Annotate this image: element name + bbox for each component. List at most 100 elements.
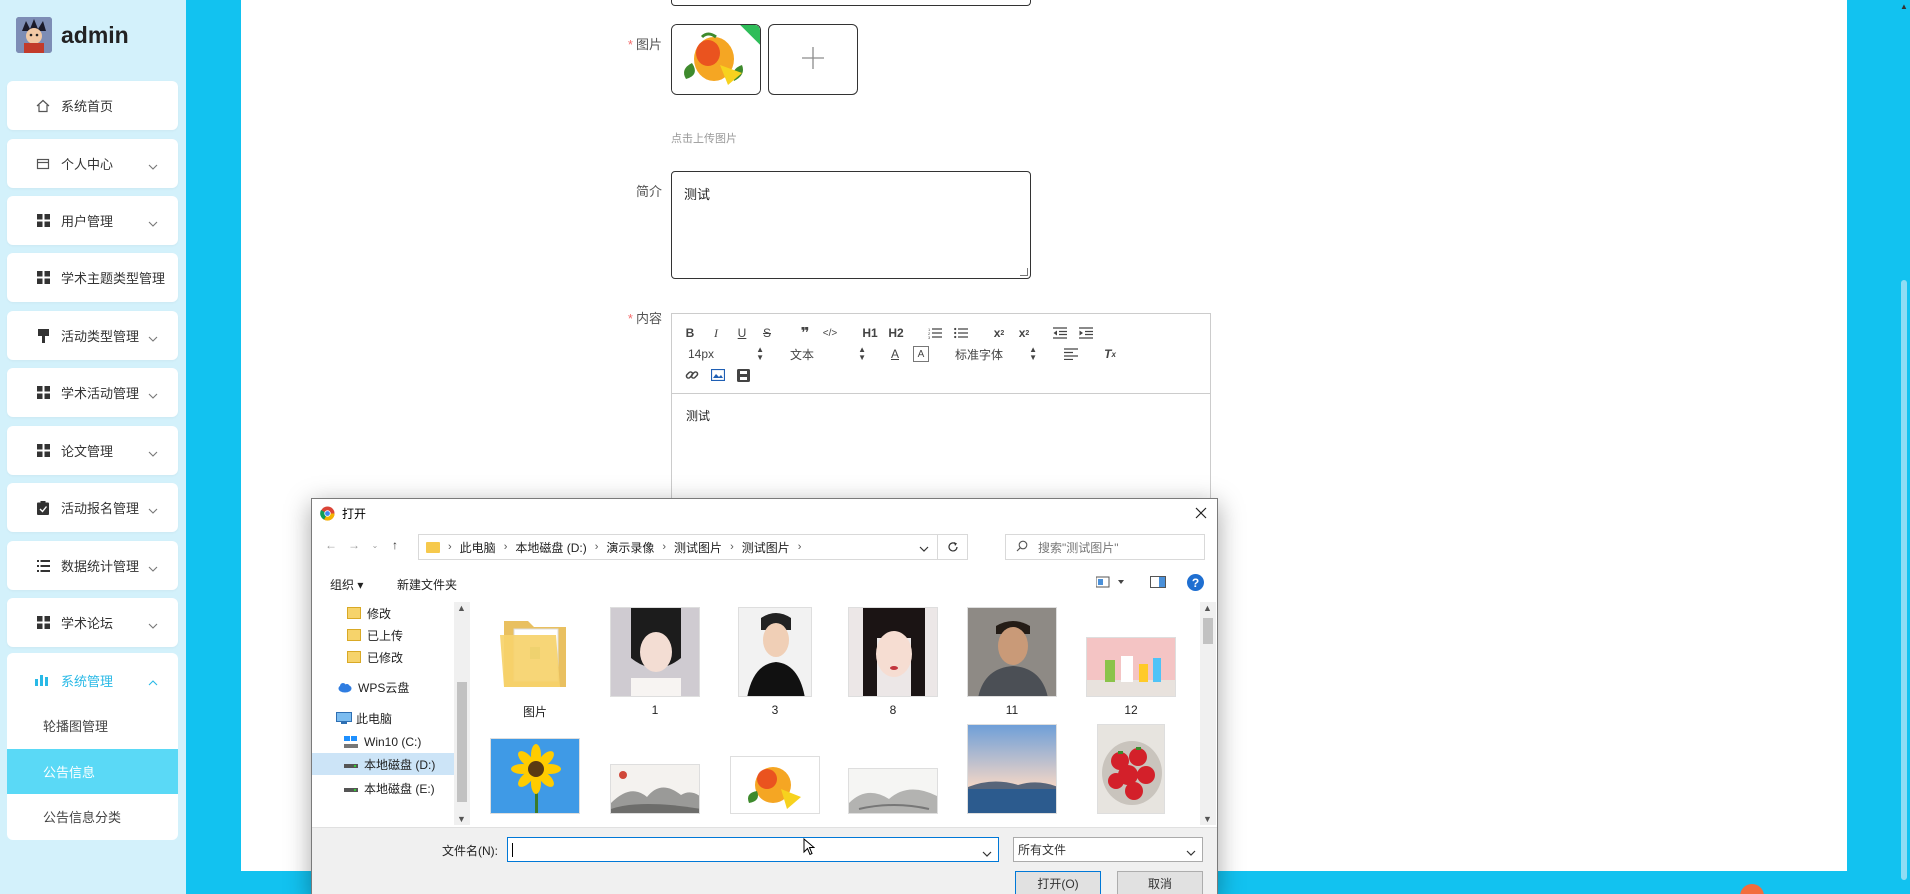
scroll-up-icon[interactable]: ▲ [1900, 2, 1908, 11]
file-type-select[interactable]: 所有文件 [1013, 837, 1203, 862]
history-dropdown-icon[interactable]: ⌄ [366, 536, 384, 554]
image-icon[interactable] [710, 367, 726, 383]
open-button[interactable]: 打开(O) [1015, 871, 1101, 894]
preview-pane-icon[interactable] [1150, 576, 1166, 591]
scroll-down-icon[interactable]: ▼ [457, 814, 466, 824]
scrollbar-thumb[interactable] [457, 682, 467, 802]
submenu-notice-info[interactable]: 公告信息 [7, 749, 178, 794]
tree-item-drive-c[interactable]: Win10 (C:) [312, 731, 454, 753]
indent-icon[interactable] [1078, 325, 1094, 341]
filename-input[interactable] [507, 837, 999, 862]
font-family-select[interactable]: 标准字体 ▲ ▼ [955, 346, 1037, 362]
floating-action-button[interactable] [1740, 884, 1764, 894]
ordered-list-icon[interactable]: 123 [927, 325, 943, 341]
breadcrumb-item[interactable]: 此电脑 [460, 539, 496, 556]
title-input[interactable] [671, 0, 1031, 6]
scroll-up-icon[interactable]: ▲ [457, 603, 466, 613]
sidebar-item-registrations[interactable]: 活动报名管理 [7, 483, 178, 532]
sidebar-item-system[interactable]: 系统管理 [7, 653, 178, 708]
submenu-carousel[interactable]: 轮播图管理 [7, 703, 178, 748]
breadcrumb-item[interactable]: 测试图片 [674, 539, 722, 556]
forward-arrow-icon[interactable]: → [345, 536, 363, 554]
breadcrumb-item[interactable]: 测试图片 [742, 539, 790, 556]
upload-button[interactable] [768, 24, 858, 95]
view-options-icon[interactable] [1095, 576, 1126, 591]
editor-content[interactable]: 测试 [686, 407, 710, 424]
superscript-icon[interactable]: x2 [1015, 325, 1033, 341]
files-scrollbar[interactable]: ▲ ▼ [1200, 602, 1216, 825]
tree-item-folder[interactable]: 已修改 [312, 646, 454, 668]
heading1-button[interactable]: H1 [860, 325, 880, 341]
sidebar-item-personal[interactable]: 个人中心 [7, 139, 178, 188]
clear-format-icon[interactable]: Tx [1102, 346, 1118, 362]
file-item-image[interactable]: 11 [964, 607, 1060, 717]
scrollbar-thumb[interactable] [1901, 280, 1907, 880]
organize-button[interactable]: 组织 ▾ [330, 576, 363, 593]
outdent-icon[interactable] [1052, 325, 1068, 341]
tree-item-wps-cloud[interactable]: WPS云盘 [312, 676, 454, 698]
subscript-icon[interactable]: x2 [990, 325, 1008, 341]
font-size-select[interactable]: 14px ▲ ▼ [688, 346, 764, 362]
file-item-image[interactable]: 8 [845, 607, 941, 717]
paragraph-select[interactable]: 文本 ▲ ▼ [790, 346, 866, 362]
file-item-image[interactable] [727, 724, 823, 814]
heading2-button[interactable]: H2 [886, 325, 906, 341]
tree-item-drive-d[interactable]: 本地磁盘 (D:) [312, 753, 454, 775]
tree-item-drive-e[interactable]: 本地磁盘 (E:) [312, 777, 454, 799]
avatar[interactable] [16, 17, 52, 53]
back-arrow-icon[interactable]: ← [322, 536, 340, 554]
link-icon[interactable] [684, 367, 700, 383]
file-item-image[interactable] [1083, 724, 1179, 814]
search-input[interactable]: 搜索"测试图片" [1005, 534, 1205, 560]
uploaded-image[interactable] [671, 24, 761, 95]
breadcrumb-item[interactable]: 本地磁盘 (D:) [515, 539, 586, 556]
close-icon[interactable] [1191, 503, 1211, 523]
scroll-down-icon[interactable]: ▼ [1203, 814, 1212, 824]
help-icon[interactable]: ? [1187, 574, 1204, 591]
underline-icon[interactable]: U [734, 325, 750, 341]
scrollbar-thumb[interactable] [1203, 618, 1213, 644]
file-item-image[interactable] [845, 724, 941, 814]
file-item-image[interactable] [487, 724, 583, 814]
sidebar-item-home[interactable]: 系统首页 [7, 81, 178, 130]
resize-grip-icon[interactable] [1020, 268, 1028, 276]
bold-icon[interactable]: B [682, 325, 698, 341]
tree-item-folder[interactable]: 已上传 [312, 624, 454, 646]
sidebar-item-forum[interactable]: 学术论坛 [7, 598, 178, 647]
file-item-image[interactable]: 12 [1083, 607, 1179, 717]
sidebar-item-activity-types[interactable]: 活动类型管理 [7, 311, 178, 360]
file-item-folder[interactable]: 图片 [487, 607, 583, 720]
blockquote-icon[interactable]: ❞ [797, 325, 813, 342]
tree-item-this-pc[interactable]: 此电脑 [312, 707, 454, 729]
intro-textarea[interactable]: 测试 [671, 171, 1031, 279]
video-icon[interactable] [735, 367, 751, 383]
file-item-image[interactable] [607, 724, 703, 814]
breadcrumb-item[interactable]: 演示录像 [606, 539, 654, 556]
sidebar-item-users[interactable]: 用户管理 [7, 196, 178, 245]
sidebar-item-statistics[interactable]: 数据统计管理 [7, 541, 178, 590]
code-icon[interactable]: </> [822, 325, 838, 341]
refresh-icon[interactable] [937, 535, 967, 559]
file-item-image[interactable]: 3 [727, 607, 823, 717]
italic-icon[interactable]: I [708, 325, 724, 341]
submenu-notice-category[interactable]: 公告信息分类 [7, 794, 178, 839]
chevron-down-icon[interactable] [982, 845, 992, 860]
scroll-up-icon[interactable]: ▲ [1203, 603, 1212, 613]
address-bar[interactable]: › 此电脑 › 本地磁盘 (D:) › 演示录像 › 测试图片 › 测试图片 › [418, 534, 968, 560]
sidebar-item-activities[interactable]: 学术活动管理 [7, 368, 178, 417]
align-icon[interactable] [1063, 346, 1079, 362]
font-color-icon[interactable]: A [887, 346, 903, 362]
sidebar-item-topic-types[interactable]: 学术主题类型管理 [7, 253, 178, 302]
new-folder-button[interactable]: 新建文件夹 [397, 576, 457, 593]
sidebar-item-papers[interactable]: 论文管理 [7, 426, 178, 475]
page-scrollbar[interactable]: ▲ [1898, 0, 1910, 894]
background-color-icon[interactable]: A [913, 346, 929, 362]
file-item-image[interactable] [964, 724, 1060, 814]
tree-scrollbar[interactable]: ▲ ▼ [454, 602, 470, 825]
file-item-image[interactable]: 1 [607, 607, 703, 717]
strike-icon[interactable]: S [759, 325, 775, 341]
tree-item-folder[interactable]: 修改 [312, 602, 454, 624]
up-arrow-icon[interactable]: ↑ [386, 536, 404, 554]
cancel-button[interactable]: 取消 [1117, 871, 1203, 894]
bullet-list-icon[interactable] [953, 325, 969, 341]
